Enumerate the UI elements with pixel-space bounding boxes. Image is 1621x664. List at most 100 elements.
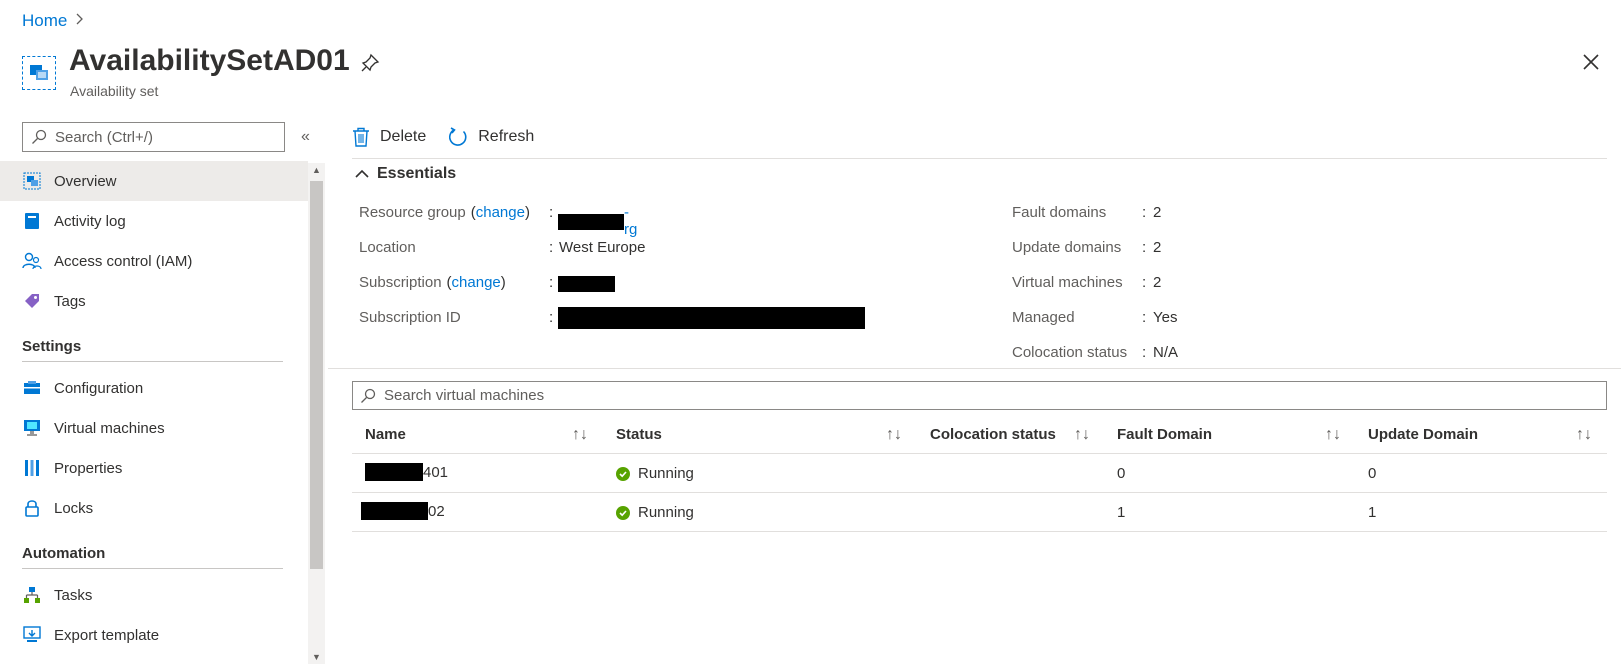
sidebar-item-tags[interactable]: Tags xyxy=(0,281,308,321)
status-cell: Running xyxy=(616,504,694,521)
sidebar-item-label: Properties xyxy=(54,459,123,477)
prop-value: West Europe xyxy=(559,239,646,256)
properties-icon xyxy=(22,458,42,478)
page-title: AvailabilitySetAD01 xyxy=(69,44,350,77)
prop-value: Yes xyxy=(1153,309,1178,326)
column-header-colocation[interactable]: Colocation status xyxy=(930,426,1056,443)
sidebar-item-iam[interactable]: Access control (IAM) xyxy=(0,241,308,281)
prop-label: Managed xyxy=(1012,309,1075,326)
column-header-status[interactable]: Status xyxy=(616,426,662,443)
prop-value: 2 xyxy=(1153,274,1162,291)
redacted-value xyxy=(558,307,865,329)
vm-search-placeholder: Search virtual machines xyxy=(384,387,545,404)
prop-fault-domains: Fault domains : 2 xyxy=(1012,204,1162,221)
sidebar-item-label: Overview xyxy=(54,172,117,190)
delete-button[interactable]: Delete xyxy=(352,127,426,147)
sidebar-nav: Overview Activity log Access control (IA… xyxy=(0,161,308,655)
status-cell: Running xyxy=(616,465,694,482)
scroll-up-icon[interactable]: ▲ xyxy=(312,165,321,175)
refresh-button[interactable]: Refresh xyxy=(448,127,534,147)
availability-set-icon xyxy=(22,56,56,90)
sidebar-item-locks[interactable]: Locks xyxy=(0,488,308,528)
prop-colocation-status: Colocation status : N/A xyxy=(1012,344,1179,361)
change-subscription-link[interactable]: change xyxy=(452,274,501,291)
sidebar-item-label: Activity log xyxy=(54,212,126,230)
prop-label: Fault domains xyxy=(1012,204,1107,221)
sort-icon[interactable]: ↑↓ xyxy=(1576,426,1592,444)
vm-name-cell[interactable]: 02 xyxy=(361,502,445,520)
sidebar-item-export-template[interactable]: Export template xyxy=(0,615,308,655)
prop-resource-group: Resource group (change) : -rg xyxy=(359,204,637,238)
redacted-value xyxy=(361,502,428,520)
prop-update-domains: Update domains : 2 xyxy=(1012,239,1162,256)
sidebar-item-configuration[interactable]: Configuration xyxy=(0,368,308,408)
trash-icon xyxy=(353,127,369,147)
sidebar-item-label: Export template xyxy=(54,626,160,644)
update-domain-cell: 1 xyxy=(1368,504,1377,521)
sort-icon[interactable]: ↑↓ xyxy=(886,426,902,444)
collapse-sidebar-icon[interactable]: « xyxy=(301,128,310,146)
export-template-icon xyxy=(22,625,42,645)
prop-location: Location : West Europe xyxy=(359,239,646,256)
prop-label: Location xyxy=(359,239,416,256)
column-header-update-domain[interactable]: Update Domain xyxy=(1368,426,1478,443)
pin-icon[interactable] xyxy=(360,53,380,78)
sidebar-search-input[interactable]: Search (Ctrl+/) xyxy=(22,122,285,152)
command-toolbar: Delete Refresh xyxy=(352,122,556,152)
vm-search-input[interactable]: Search virtual machines xyxy=(352,381,1607,410)
table-row[interactable]: 02 Running 1 1 xyxy=(352,493,1607,532)
close-icon[interactable] xyxy=(1582,53,1600,76)
delete-label: Delete xyxy=(380,128,427,145)
vm-name-suffix: 401 xyxy=(423,463,449,481)
prop-label: Subscription ID xyxy=(359,309,461,326)
vm-name-cell[interactable]: 401 xyxy=(365,463,448,481)
prop-value: 2 xyxy=(1153,239,1162,256)
iam-icon xyxy=(22,251,42,271)
prop-managed: Managed : Yes xyxy=(1012,309,1178,326)
table-header: Name ↑↓ Status ↑↓ Colocation status ↑↓ F… xyxy=(352,416,1607,454)
resource-group-link[interactable]: -rg xyxy=(624,204,641,238)
prop-subscription-id: Subscription ID : xyxy=(359,307,865,329)
refresh-icon xyxy=(449,127,467,146)
sidebar-item-overview[interactable]: Overview xyxy=(0,161,308,201)
chevron-right-icon xyxy=(76,12,84,30)
lock-icon xyxy=(22,498,42,518)
configuration-icon xyxy=(22,378,42,398)
breadcrumb-home-link[interactable]: Home xyxy=(22,11,67,31)
change-resource-group-link[interactable]: change xyxy=(476,204,525,221)
sort-icon[interactable]: ↑↓ xyxy=(1325,426,1341,444)
sidebar-item-properties[interactable]: Properties xyxy=(0,448,308,488)
page-subtitle: Availability set xyxy=(70,83,159,99)
sort-icon[interactable]: ↑↓ xyxy=(1074,426,1090,444)
prop-label: Update domains xyxy=(1012,239,1122,256)
essentials-title: Essentials xyxy=(377,165,457,182)
sidebar-item-label: Configuration xyxy=(54,379,144,397)
redacted-value xyxy=(558,213,625,230)
table-row[interactable]: 401 Running 0 0 xyxy=(352,454,1607,493)
sidebar-section-settings: Settings xyxy=(22,338,82,355)
scroll-down-icon[interactable]: ▼ xyxy=(312,652,321,662)
scrollbar-thumb[interactable] xyxy=(310,181,323,569)
checkmark-circle-icon xyxy=(616,505,630,520)
sidebar-item-activity-log[interactable]: Activity log xyxy=(0,201,308,241)
search-icon xyxy=(361,388,376,403)
virtual-machine-icon xyxy=(22,418,42,438)
redacted-value[interactable] xyxy=(558,276,615,292)
sidebar-item-virtual-machines[interactable]: Virtual machines xyxy=(0,408,308,448)
sidebar-item-label: Locks xyxy=(54,499,94,517)
prop-subscription: Subscription (change) : xyxy=(359,274,615,292)
vm-table: Name ↑↓ Status ↑↓ Colocation status ↑↓ F… xyxy=(352,416,1607,532)
sort-icon[interactable]: ↑↓ xyxy=(572,426,588,444)
tag-icon xyxy=(22,291,42,311)
activity-log-icon xyxy=(22,211,42,231)
fault-domain-cell: 0 xyxy=(1117,465,1126,482)
column-header-fault-domain[interactable]: Fault Domain xyxy=(1117,426,1212,443)
toolbar-divider xyxy=(352,158,1607,159)
essentials-toggle[interactable]: Essentials xyxy=(355,165,456,183)
prop-label: Subscription xyxy=(359,274,442,291)
sidebar-item-label: Tasks xyxy=(54,586,93,604)
sidebar-scrollbar[interactable]: ▲ ▼ xyxy=(308,163,325,664)
sidebar-item-tasks[interactable]: Tasks xyxy=(0,575,308,615)
search-icon xyxy=(32,129,47,144)
column-header-name[interactable]: Name xyxy=(365,426,406,443)
